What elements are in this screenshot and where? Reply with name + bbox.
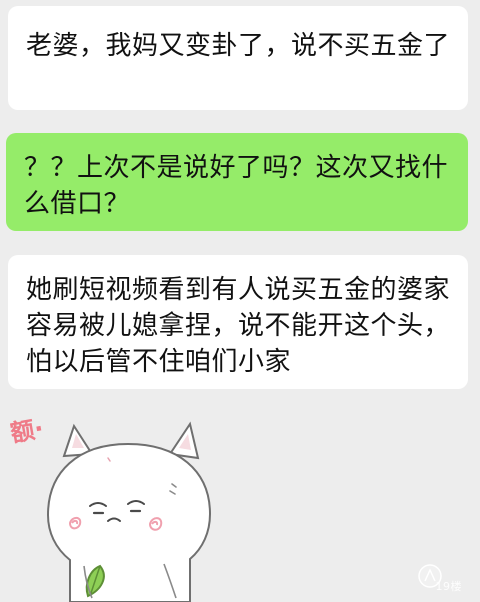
incoming-message-bubble[interactable]: 老婆，我妈又变卦了，说不买五金了 [8,6,468,110]
confused-cat-sticker-icon[interactable] [0,400,260,602]
watermark-text: 19楼 [435,580,462,593]
outgoing-message-bubble[interactable]: ？？上次不是说好了吗？这次又找什么借口？ [6,133,468,231]
incoming-message-bubble[interactable]: 她刷短视频看到有人说买五金的婆家容易被儿媳拿捏，说不能开这个头，怕以后管不住咱们… [8,255,468,389]
